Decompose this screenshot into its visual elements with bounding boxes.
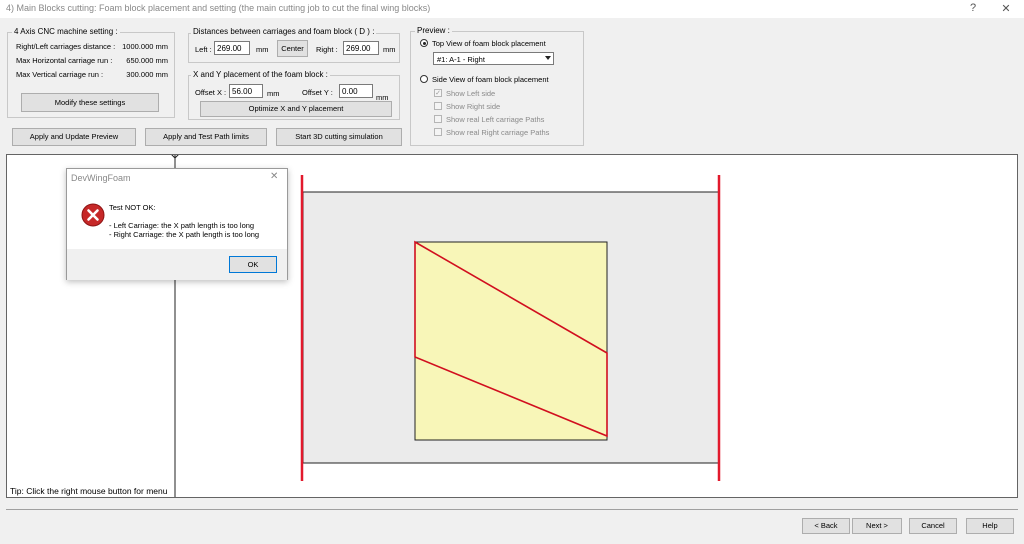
dialog-close-icon[interactable]: ✕ [270,171,278,182]
modify-settings-button[interactable]: Modify these settings [21,93,159,112]
max-vertical-value: 300.000 mm [126,70,168,79]
apply-update-preview-button[interactable]: Apply and Update Preview [12,128,136,146]
left-distance-label: Left : [195,45,212,54]
max-horizontal-value: 650.000 mm [126,56,168,65]
right-distance-label: Right : [316,45,338,54]
start-simulation-button[interactable]: Start 3D cutting simulation [276,128,402,146]
show-right-paths-checkbox[interactable] [434,128,442,136]
show-right-side-label: Show Right side [446,102,501,111]
footer-separator [6,509,1018,510]
center-button[interactable]: Center [277,40,308,57]
dialog-line-left: - Left Carriage: the X path length is to… [109,221,255,230]
window-title: 4) Main Blocks cutting: Foam block place… [6,3,431,13]
offset-y-input[interactable] [339,84,373,98]
machine-settings-title: 4 Axis CNC machine setting : [12,27,120,36]
dialog-footer: OK [67,249,287,280]
preview-title: Preview : [415,26,452,35]
carriage-distance-value: 1000.000 mm [122,42,168,51]
dialog-ok-button[interactable]: OK [229,256,277,273]
block-select[interactable]: #1: A-1 - Right [433,52,554,65]
chevron-down-icon [545,56,551,60]
show-left-paths-label: Show real Left carriage Paths [446,115,545,124]
cancel-button[interactable]: Cancel [909,518,957,534]
placement-title: X and Y placement of the foam block : [191,70,330,79]
close-icon[interactable]: ✕ [996,2,1016,15]
show-left-side-label: Show Left side [446,89,496,98]
offset-x-label: Offset X : [195,88,227,97]
show-left-paths-checkbox[interactable] [434,115,442,123]
offset-y-label: Offset Y : [302,88,333,97]
top-view-label: Top View of foam block placement [432,39,546,48]
carriage-distance-label: Right/Left carriages distance : [16,42,116,51]
side-view-radio[interactable] [420,75,428,83]
show-right-side-checkbox[interactable] [434,102,442,110]
error-icon [81,203,105,227]
back-button[interactable]: < Back [802,518,850,534]
block-select-value: #1: A-1 - Right [437,55,485,64]
dialog-title: DevWingFoam [71,173,131,183]
right-distance-input[interactable] [343,41,379,55]
title-bar: 4) Main Blocks cutting: Foam block place… [0,0,1024,18]
show-right-paths-label: Show real Right carriage Paths [446,128,550,137]
max-horizontal-label: Max Horizontal carriage run : [16,56,113,65]
offset-x-unit: mm [267,89,280,98]
canvas-tip: Tip: Click the right mouse button for me… [10,486,168,496]
top-view-radio[interactable] [420,39,428,47]
right-distance-unit: mm [383,45,396,54]
left-distance-unit: mm [256,45,269,54]
help-icon[interactable]: ? [963,2,983,14]
dialog-heading: Test NOT OK: [109,203,156,212]
apply-test-limits-button[interactable]: Apply and Test Path limits [145,128,267,146]
side-view-label: Side View of foam block placement [432,75,549,84]
max-vertical-label: Max Vertical carriage run : [16,70,104,79]
offset-x-input[interactable] [229,84,263,98]
show-left-side-checkbox[interactable]: ✓ [434,89,442,97]
optimize-placement-button[interactable]: Optimize X and Y placement [200,101,392,117]
error-dialog: DevWingFoam ✕ Test NOT OK: - Left Carria… [66,168,288,280]
next-button[interactable]: Next > [852,518,902,534]
help-button[interactable]: Help [966,518,1014,534]
distances-title: Distances between carriages and foam blo… [191,27,377,36]
dialog-line-right: - Right Carriage: the X path length is t… [109,230,260,239]
foam-block [414,241,608,441]
left-distance-input[interactable] [214,41,250,55]
